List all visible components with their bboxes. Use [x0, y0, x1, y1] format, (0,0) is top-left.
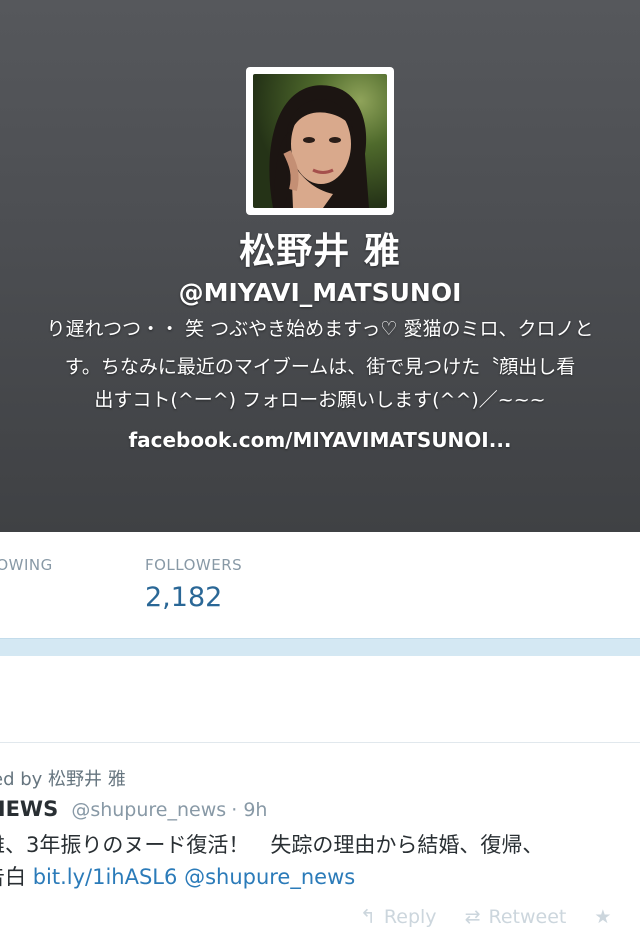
- tweet-item[interactable]: ed by 松野井 雅 NEWS @shupure_news · 9h 雅、3年…: [0, 743, 640, 931]
- followers-label[interactable]: FOLLOWERS: [145, 556, 242, 574]
- display-name[interactable]: 松野井 雅: [0, 222, 640, 274]
- following-label[interactable]: LOWING: [0, 556, 53, 574]
- tweet-mention-link[interactable]: @shupure_news: [184, 865, 355, 889]
- tweet-author-handle[interactable]: @shupure_news: [71, 799, 226, 821]
- reply-icon: ↰: [360, 906, 376, 928]
- profile-website-link[interactable]: facebook.com/MIYAVIMATSUNOI...: [0, 428, 640, 452]
- avatar-photo: [269, 85, 369, 208]
- bio-line-3: 出すコト(^ー^) フォローお願いします(^^)／~~~: [94, 389, 546, 411]
- profile-handle: @MIYAVI_MATSUNOI: [178, 278, 462, 307]
- profile-stats: LOWING FOLLOWERS 2,182: [0, 532, 640, 640]
- profile-header: 松野井 雅 @MIYAVI_MATSUNOI り遅れつつ・・ 笑 つぶやき始めま…: [0, 0, 640, 532]
- retweet-button[interactable]: ⇄ Retweet: [465, 906, 567, 928]
- tweet-timestamp[interactable]: · 9h: [231, 799, 267, 821]
- bio-line-2: す。ちなみに最近のマイブームは、街で見つけた〝顔出し看: [64, 356, 576, 378]
- tweet-author-name[interactable]: NEWS: [0, 797, 58, 821]
- favorite-button[interactable]: ★: [594, 906, 619, 928]
- reply-label: Reply: [383, 906, 437, 928]
- favorite-icon: ★: [594, 906, 612, 928]
- avatar[interactable]: [253, 74, 387, 208]
- followers-count[interactable]: 2,182: [145, 582, 222, 613]
- reply-button[interactable]: ↰ Reply: [360, 906, 437, 928]
- retweet-label: Retweet: [488, 906, 567, 928]
- timeline-divider-bar: [0, 638, 640, 656]
- tweet-text-line-2: 告白 bit.ly/1ihASL6 @shupure_news: [0, 861, 355, 891]
- tweet-short-link[interactable]: bit.ly/1ihASL6: [33, 865, 178, 889]
- tweet-author-row: NEWS @shupure_news · 9h: [0, 797, 267, 821]
- tweet-text-prefix: 告白: [0, 865, 26, 889]
- tweet-actions: ↰ Reply ⇄ Retweet ★: [360, 906, 640, 928]
- avatar-frame[interactable]: [246, 67, 394, 215]
- bio-line-1: り遅れつつ・・ 笑 つぶやき始めますっ♡ 愛猫のミロ、クロノと: [46, 318, 594, 340]
- tweet-text-line-1: 雅、3年振りのヌード復活！ 失踪の理由から結婚、復帰、: [0, 833, 544, 857]
- retweeted-by-label: ed by 松野井 雅: [0, 769, 126, 790]
- retweet-icon: ⇄: [464, 906, 481, 928]
